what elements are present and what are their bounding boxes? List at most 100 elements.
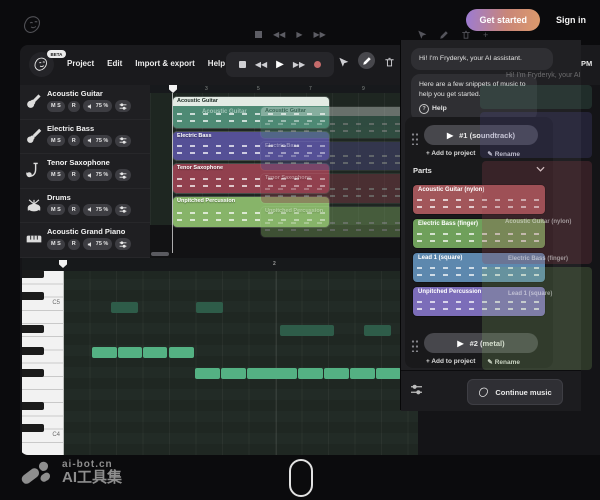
midi-note[interactable] bbox=[196, 302, 223, 313]
menu-edit[interactable]: Edit bbox=[107, 59, 122, 68]
mute-solo-button[interactable]: M S bbox=[47, 135, 65, 146]
clip-tenor-saxophone[interactable]: Tenor Saxophone bbox=[173, 164, 329, 193]
play-button[interactable]: ▶ bbox=[276, 59, 284, 70]
piano-roll[interactable]: 2 C5 C4 bbox=[22, 258, 418, 455]
menu-import-export[interactable]: Import & export bbox=[135, 59, 195, 68]
pencil-tool-button[interactable] bbox=[358, 52, 375, 69]
black-key[interactable] bbox=[22, 424, 44, 432]
piano-keys[interactable]: C5 C4 bbox=[22, 271, 63, 455]
part-card-unpitched-percussion[interactable]: Unpitched Percussion bbox=[413, 287, 545, 316]
mute-solo-button[interactable]: M S bbox=[47, 204, 65, 215]
black-key[interactable] bbox=[22, 347, 44, 355]
volume-control[interactable]: 75 % bbox=[83, 238, 113, 250]
midi-note[interactable] bbox=[195, 368, 220, 379]
menu-project[interactable]: Project bbox=[67, 59, 94, 68]
rename-button[interactable]: ✎ Rename bbox=[487, 150, 520, 158]
continue-music-button[interactable]: Continue music bbox=[467, 379, 563, 405]
track-row[interactable]: Acoustic Grand PianoM SR75 % bbox=[20, 223, 150, 258]
arrange-view[interactable]: 3579 Acoustic Guitar Electric Bass Tenor S… bbox=[150, 85, 420, 258]
mute-solo-button[interactable]: M S bbox=[47, 239, 65, 250]
record-arm-button[interactable]: R bbox=[68, 135, 80, 146]
clip-acoustic-guitar[interactable]: Acoustic Guitar bbox=[173, 97, 329, 128]
fast-forward-button[interactable]: ▶▶ bbox=[293, 60, 305, 69]
record-arm-button[interactable]: R bbox=[68, 204, 80, 215]
track-options-button[interactable] bbox=[115, 204, 131, 216]
snippet-2-actions: + Add to project ✎ Rename bbox=[426, 358, 520, 366]
midi-note[interactable] bbox=[221, 368, 246, 379]
volume-control[interactable]: 75 % bbox=[83, 135, 113, 147]
settings-sliders-icon[interactable] bbox=[410, 384, 423, 395]
snippet-2-title: #2 (metal) bbox=[470, 339, 505, 348]
record-button[interactable] bbox=[314, 61, 321, 68]
snippet-1-title: #1 (soundtrack) bbox=[459, 131, 515, 140]
track-options-button[interactable] bbox=[115, 238, 131, 250]
track-row[interactable]: Acoustic GuitarM SR75 % bbox=[20, 85, 150, 120]
record-arm-button[interactable]: R bbox=[68, 170, 80, 181]
midi-note[interactable] bbox=[364, 325, 391, 336]
sign-in-button[interactable]: Sign in bbox=[556, 15, 586, 25]
midi-note[interactable] bbox=[324, 368, 349, 379]
record-arm-button[interactable]: R bbox=[68, 101, 80, 112]
parts-header[interactable]: Parts bbox=[413, 166, 545, 175]
drag-handle-icon[interactable] bbox=[411, 132, 418, 145]
track-options-button[interactable] bbox=[115, 169, 131, 181]
piano-roll-playhead[interactable] bbox=[63, 271, 64, 455]
clip-notes-preview bbox=[177, 212, 325, 214]
help-icon: ? bbox=[419, 104, 429, 114]
piano-roll-ruler[interactable]: 2 bbox=[22, 258, 418, 271]
pencil-icon bbox=[439, 30, 449, 40]
track-row[interactable]: DrumsM SR75 % bbox=[20, 189, 150, 224]
midi-note[interactable] bbox=[350, 368, 375, 379]
help-link[interactable]: ? Help bbox=[419, 104, 529, 114]
volume-control[interactable]: 75 % bbox=[83, 100, 113, 112]
midi-note[interactable] bbox=[247, 368, 297, 379]
black-key[interactable] bbox=[22, 292, 44, 300]
snippet-2-play-button[interactable]: ▶ #2 (metal) bbox=[424, 333, 538, 353]
arrange-horizontal-scrollbar[interactable] bbox=[151, 252, 169, 256]
piano-roll-grid[interactable] bbox=[63, 271, 418, 455]
midi-note[interactable] bbox=[169, 347, 194, 358]
clip-unpitched-percussion[interactable]: Unpitched Percussion bbox=[173, 197, 329, 227]
mute-solo-button[interactable]: M S bbox=[47, 101, 65, 112]
stop-button[interactable] bbox=[239, 61, 246, 68]
arrange-ruler[interactable]: 3579 bbox=[150, 85, 420, 93]
add-to-project-button[interactable]: + Add to project bbox=[426, 358, 475, 366]
track-row[interactable]: Electric BassM SR75 % bbox=[20, 120, 150, 155]
snippet-1-play-button[interactable]: ▶ #1 (soundtrack) bbox=[424, 125, 538, 145]
part-card-acoustic-guitar-nylon-[interactable]: Acoustic Guitar (nylon) bbox=[413, 185, 545, 214]
track-row[interactable]: Tenor SaxophoneM SR75 % bbox=[20, 154, 150, 189]
drag-handle-icon[interactable] bbox=[411, 339, 418, 352]
part-card-electric-bass-finger-[interactable]: Electric Bass (finger) bbox=[413, 219, 545, 248]
midi-note[interactable] bbox=[376, 368, 401, 379]
record-arm-button[interactable]: R bbox=[68, 239, 80, 250]
track-options-button[interactable] bbox=[115, 135, 131, 147]
black-key[interactable] bbox=[22, 402, 44, 410]
mute-solo-button[interactable]: M S bbox=[47, 170, 65, 181]
black-key[interactable] bbox=[22, 369, 44, 377]
menu-help[interactable]: Help bbox=[208, 59, 225, 68]
rewind-button[interactable]: ◀◀ bbox=[255, 60, 267, 69]
get-started-button[interactable]: Get started bbox=[466, 9, 540, 31]
black-key[interactable] bbox=[22, 325, 44, 333]
midi-note[interactable] bbox=[298, 368, 323, 379]
track-controls: M SR75 % bbox=[47, 204, 131, 216]
midi-note[interactable] bbox=[143, 347, 167, 358]
track-options-button[interactable] bbox=[115, 100, 131, 112]
rename-button[interactable]: ✎ Rename bbox=[487, 358, 520, 366]
midi-note[interactable] bbox=[280, 325, 334, 336]
volume-control[interactable]: 75 % bbox=[83, 204, 113, 216]
volume-control[interactable]: 75 % bbox=[83, 169, 113, 181]
midi-note[interactable] bbox=[118, 347, 142, 358]
bar-number-label: 2 bbox=[273, 261, 276, 267]
track-controls: M SR75 % bbox=[47, 100, 131, 112]
add-to-project-button[interactable]: + Add to project bbox=[426, 150, 475, 158]
cursor-tool-button[interactable] bbox=[338, 57, 349, 68]
part-card-lead-1-square-[interactable]: Lead 1 (square) bbox=[413, 253, 545, 282]
snippets-container: ▶ #1 (soundtrack) + Add to project ✎ Ren… bbox=[405, 117, 553, 368]
clip-electric-bass[interactable]: Electric Bass bbox=[173, 132, 329, 160]
midi-note[interactable] bbox=[92, 347, 117, 358]
midi-note[interactable] bbox=[111, 302, 138, 313]
black-key[interactable] bbox=[22, 270, 44, 278]
delete-tool-button[interactable] bbox=[384, 57, 395, 68]
piano-roll-playhead-marker[interactable] bbox=[59, 260, 67, 268]
